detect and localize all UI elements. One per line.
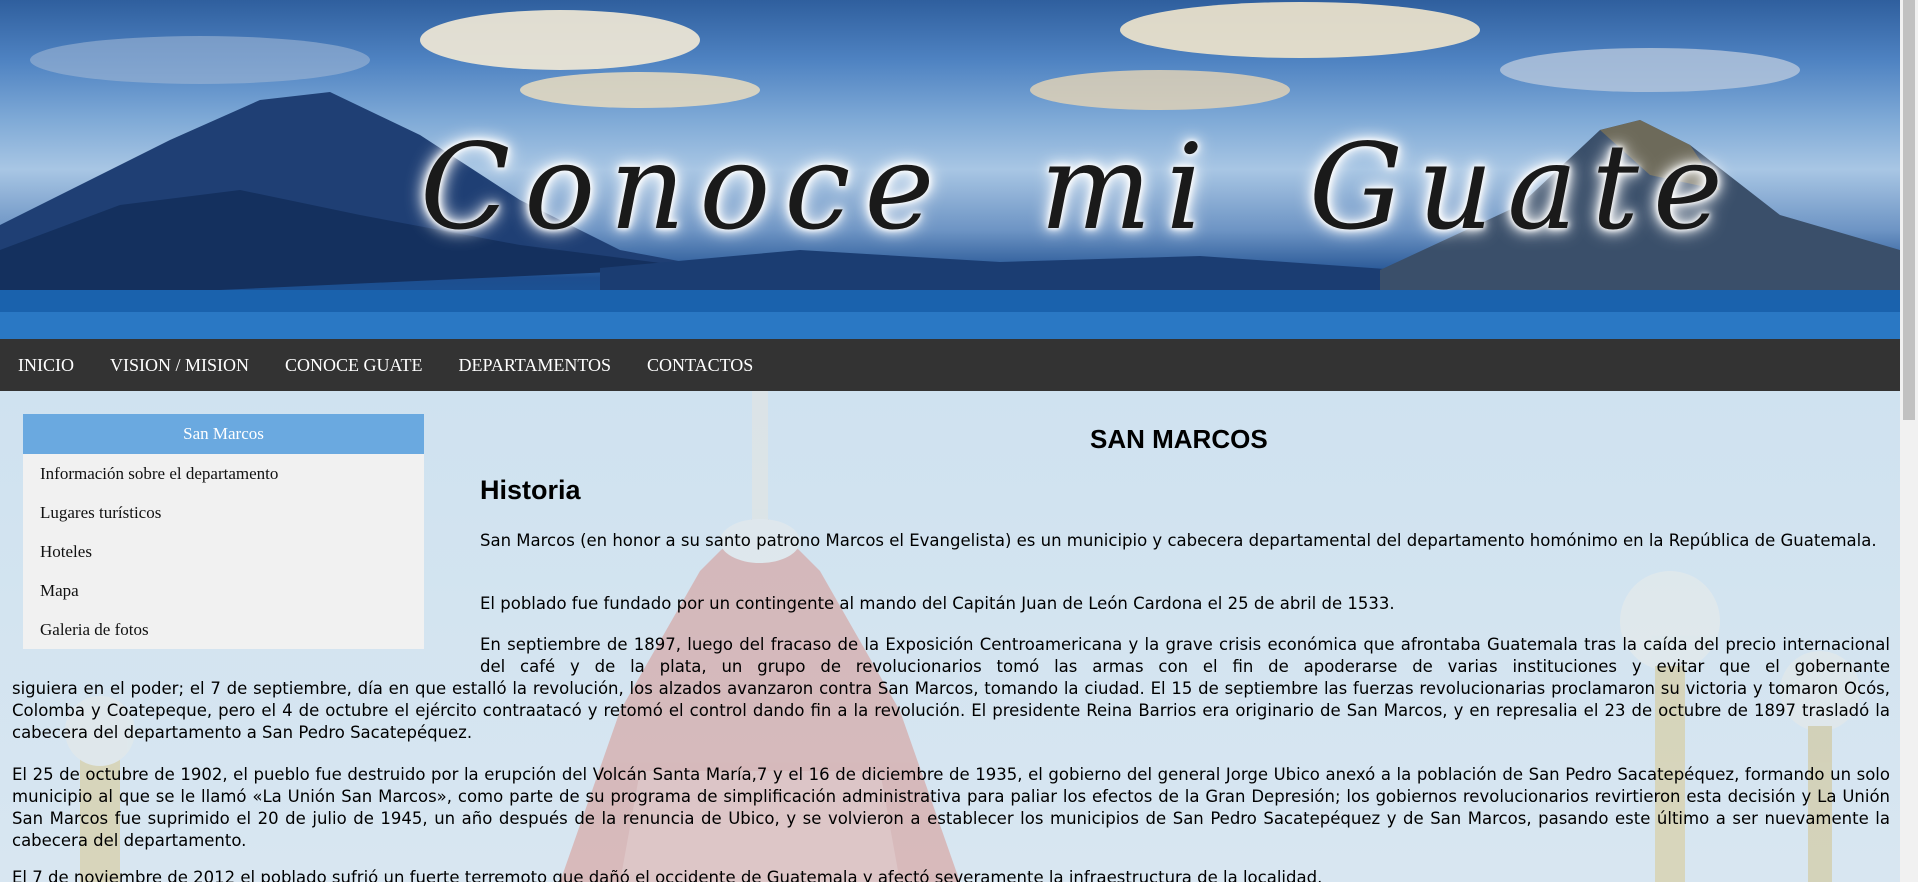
paragraph-5: El 7 de noviembre de 2012 el poblado suf…	[12, 868, 1323, 882]
sidebar-item-hoteles[interactable]: Hoteles	[23, 532, 424, 571]
main-navigation: INICIO VISION / MISION CONOCE GUATE DEPA…	[0, 339, 1900, 391]
site-logo-title: Conoce mi Guate	[420, 118, 1737, 256]
paragraph-3-continued: siguiera en el poder; el 7 de septiembre…	[12, 679, 1890, 742]
vertical-scrollbar[interactable]	[1900, 0, 1918, 882]
nav-item-conoce-guate[interactable]: CONOCE GUATE	[267, 339, 441, 391]
nav-item-inicio[interactable]: INICIO	[0, 339, 92, 391]
sidebar-item-lugares-turisticos[interactable]: Lugares turísticos	[23, 493, 424, 532]
section-title-historia: Historia	[480, 475, 581, 505]
header-banner: Conoce mi Guate	[0, 0, 1900, 339]
sidebar-item-galeria[interactable]: Galeria de fotos	[23, 610, 424, 649]
nav-item-departamentos[interactable]: DEPARTAMENTOS	[441, 339, 630, 391]
sidebar-item-informacion[interactable]: Información sobre el departamento	[23, 454, 424, 493]
nav-item-vision-mision[interactable]: VISION / MISION	[92, 339, 267, 391]
sidebar-item-mapa[interactable]: Mapa	[23, 571, 424, 610]
sidebar-menu: San Marcos Información sobre el departam…	[23, 414, 424, 649]
paragraph-4: El 25 de octubre de 1902, el pueblo fue …	[12, 765, 1890, 850]
scrollbar-thumb[interactable]	[1903, 0, 1915, 420]
sidebar-title: San Marcos	[23, 414, 424, 454]
nav-item-contactos[interactable]: CONTACTOS	[629, 339, 771, 391]
main-content: San Marcos Información sobre el departam…	[0, 391, 1900, 882]
paragraph-2: El poblado fue fundado por un contingent…	[480, 594, 1395, 613]
paragraph-3-start: En septiembre de 1897, luego del fracaso…	[480, 635, 1890, 676]
paragraph-1: San Marcos (en honor a su santo patrono …	[480, 531, 1877, 550]
page-title: SAN MARCOS	[1090, 424, 1268, 454]
